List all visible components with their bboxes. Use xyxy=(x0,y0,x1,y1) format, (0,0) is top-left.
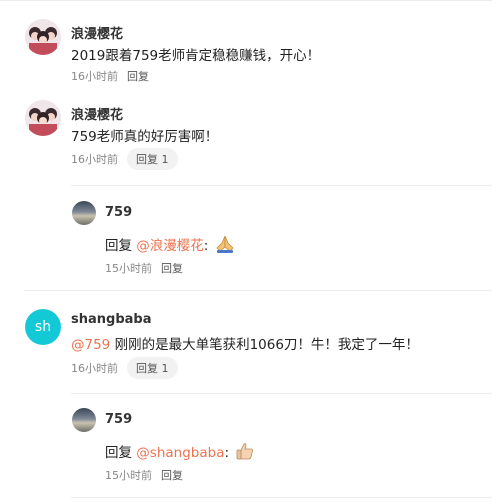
comment-time: 16小时前 xyxy=(71,70,118,83)
comment-meta: 16小时前 回复 xyxy=(71,68,149,84)
comment-username[interactable]: 浪漫樱花 xyxy=(71,104,123,123)
reply-meta: 15小时前 回复 xyxy=(105,467,183,483)
comment-username[interactable]: shangbaba xyxy=(71,312,151,327)
reply-count-button[interactable]: 回复 1 xyxy=(127,148,178,170)
comment-body: 刚刚的是最大单笔获利1066刀！牛！我定了一年！ xyxy=(110,337,419,353)
reply-text: 回复 @shangbaba: xyxy=(105,441,255,464)
avatar-image xyxy=(25,100,61,136)
reply-text: 回复 @浪漫樱花: xyxy=(105,234,235,257)
reply-button[interactable]: 回复 xyxy=(161,260,183,276)
comment-text: 759老师真的好厉害啊！ xyxy=(71,129,219,145)
reply-button[interactable]: 回复 xyxy=(127,68,149,84)
comment-meta: 16小时前 回复 1 xyxy=(71,148,178,170)
avatar[interactable] xyxy=(25,100,61,136)
reply-suffix: : xyxy=(203,238,209,254)
mention-link[interactable]: @759 xyxy=(71,337,110,353)
comment-meta: 16小时前 回复 1 xyxy=(71,357,178,379)
reply-username[interactable]: 759 xyxy=(105,205,132,220)
mention-link[interactable]: @shangbaba xyxy=(136,445,224,461)
reply-button[interactable]: 回复 xyxy=(161,467,183,483)
reply-prefix: 回复 xyxy=(105,238,137,254)
avatar-image xyxy=(25,19,61,55)
avatar[interactable]: sh xyxy=(25,309,61,345)
reply-time: 15小时前 xyxy=(105,469,152,482)
avatar[interactable] xyxy=(72,408,96,432)
thumbs-up-icon xyxy=(235,442,255,464)
reply-count-button[interactable]: 回复 1 xyxy=(127,357,178,379)
comment-time: 16小时前 xyxy=(71,362,118,375)
comment-text: 2019跟着759老师肯定稳稳赚钱，开心！ xyxy=(71,48,321,64)
avatar-letter: sh xyxy=(34,319,52,335)
pray-hands-icon xyxy=(215,235,235,257)
reply-time: 15小时前 xyxy=(105,262,152,275)
reply-suffix: : xyxy=(224,445,230,461)
comment-username[interactable]: 浪漫樱花 xyxy=(71,23,123,42)
top-divider xyxy=(0,0,492,1)
avatar[interactable] xyxy=(25,19,61,55)
reply-meta: 15小时前 回复 xyxy=(105,260,183,276)
comment-time: 16小时前 xyxy=(71,153,118,166)
reply-divider xyxy=(71,185,492,186)
bottom-divider xyxy=(71,497,492,498)
reply-prefix: 回复 xyxy=(105,445,137,461)
reply-username[interactable]: 759 xyxy=(105,412,132,427)
reply-divider xyxy=(71,393,492,394)
avatar[interactable] xyxy=(72,201,96,225)
mention-link[interactable]: @浪漫樱花 xyxy=(136,238,204,254)
comment-text: @759 刚刚的是最大单笔获利1066刀！牛！我定了一年！ xyxy=(71,333,419,353)
comment-divider xyxy=(24,290,492,291)
